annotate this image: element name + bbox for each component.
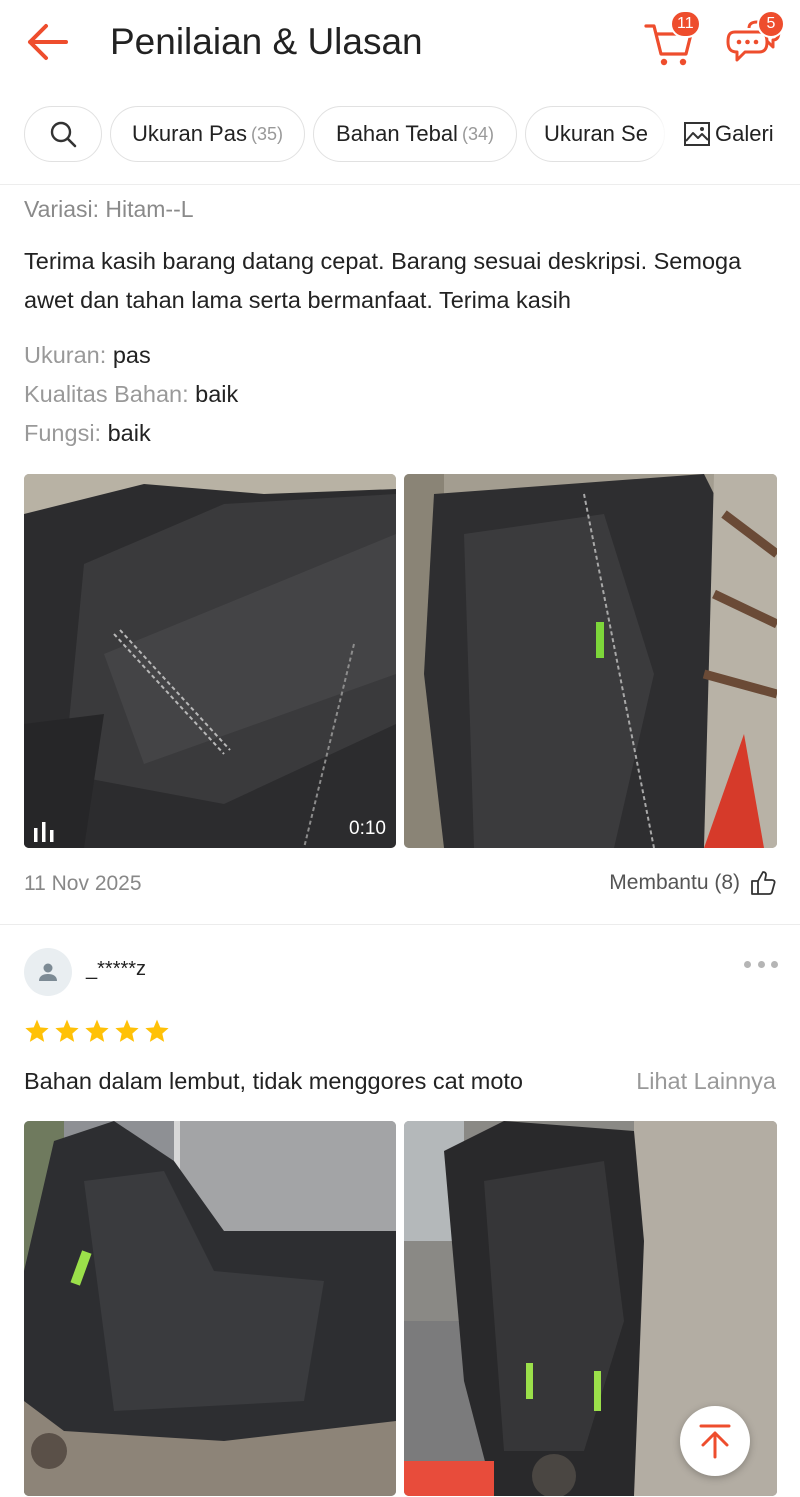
chip-label: Ukuran Pas bbox=[132, 121, 247, 146]
video-bars-icon bbox=[34, 822, 54, 842]
thumb-up-icon bbox=[751, 871, 776, 895]
helpful-label: Membantu (8) bbox=[609, 871, 740, 894]
filter-bar: Ukuran Pas (35) Bahan Tebal (34) Ukuran Se… bbox=[0, 102, 800, 166]
search-chip[interactable] bbox=[24, 106, 102, 162]
search-icon bbox=[50, 121, 77, 148]
chip-count: (35) bbox=[250, 123, 283, 144]
review-photo[interactable] bbox=[24, 1121, 396, 1496]
cart-count-badge: 11 bbox=[670, 10, 701, 38]
gallery-filter[interactable]: Galeri bbox=[683, 106, 774, 162]
review-photo[interactable] bbox=[404, 474, 777, 848]
gallery-icon bbox=[684, 122, 710, 146]
chat-button[interactable]: 5 bbox=[725, 10, 785, 68]
reviewer-username: _*****z bbox=[86, 958, 147, 980]
star-icon bbox=[115, 1019, 139, 1042]
helpful-button[interactable]: Membantu (8) bbox=[609, 870, 776, 896]
motorcycle-cover-photo bbox=[404, 474, 777, 848]
variation-label: Variasi: Hitam--L bbox=[24, 196, 194, 222]
divider bbox=[0, 184, 800, 185]
chat-count-badge: 5 bbox=[757, 10, 785, 38]
review-text: Terima kasih barang datang cepat. Barang… bbox=[24, 248, 742, 313]
gallery-label: Galeri bbox=[715, 121, 774, 146]
back-arrow-icon bbox=[28, 24, 68, 60]
attribute-quality: Kualitas Bahan: baik bbox=[24, 378, 238, 410]
user-icon bbox=[39, 963, 57, 981]
arrow-up-icon bbox=[699, 1424, 731, 1459]
chip-fade bbox=[648, 108, 668, 160]
star-icon bbox=[145, 1019, 169, 1042]
filter-chip-ukuran-pas[interactable]: Ukuran Pas (35) bbox=[110, 106, 305, 162]
text-fade bbox=[545, 1064, 615, 1098]
scroll-to-top-button[interactable] bbox=[680, 1406, 750, 1476]
review-date: 11 Nov 2025 bbox=[24, 872, 142, 895]
cart-button[interactable]: 11 bbox=[642, 10, 701, 68]
review-video-thumbnail[interactable]: 0:10 bbox=[24, 474, 396, 848]
star-icon bbox=[55, 1019, 79, 1042]
chip-label: Ukuran Se bbox=[544, 121, 648, 146]
chip-count: (34) bbox=[461, 123, 494, 144]
attribute-label: Ukuran: bbox=[24, 342, 113, 368]
filter-chip-bahan-tebal[interactable]: Bahan Tebal (34) bbox=[313, 106, 517, 162]
review-text: Bahan dalam lembut, tidak menggores cat … bbox=[24, 1068, 523, 1094]
attribute-size: Ukuran: pas bbox=[24, 339, 151, 371]
avatar[interactable] bbox=[24, 948, 72, 996]
page-title: Penilaian & Ulasan bbox=[110, 21, 423, 62]
see-more-link[interactable]: Lihat Lainnya bbox=[632, 1064, 776, 1098]
star-icon bbox=[85, 1019, 109, 1042]
motorcycle-cover-photo bbox=[24, 474, 396, 848]
back-button[interactable] bbox=[22, 20, 72, 64]
rating-stars bbox=[24, 1018, 174, 1044]
attribute-label: Kualitas Bahan: bbox=[24, 381, 196, 407]
more-dots-icon bbox=[744, 960, 751, 968]
attribute-value: baik bbox=[195, 381, 239, 407]
attribute-value: pas bbox=[112, 342, 151, 368]
filter-chip-ukuran-sesuai[interactable]: Ukuran Se bbox=[525, 106, 665, 162]
video-duration: 0:10 bbox=[349, 818, 386, 839]
more-options-button[interactable] bbox=[744, 956, 778, 972]
top-header: Penilaian & Ulasan 11 5 bbox=[0, 0, 800, 86]
more-dot bbox=[757, 960, 765, 968]
chip-label: Bahan Tebal bbox=[336, 121, 458, 146]
star-icon bbox=[25, 1019, 49, 1042]
attribute-label: Fungsi: bbox=[24, 420, 108, 446]
divider bbox=[0, 924, 800, 925]
attribute-value: baik bbox=[107, 420, 151, 446]
more-dot bbox=[771, 960, 778, 968]
motorcycle-cover-photo bbox=[24, 1121, 396, 1496]
attribute-function: Fungsi: baik bbox=[24, 417, 151, 449]
